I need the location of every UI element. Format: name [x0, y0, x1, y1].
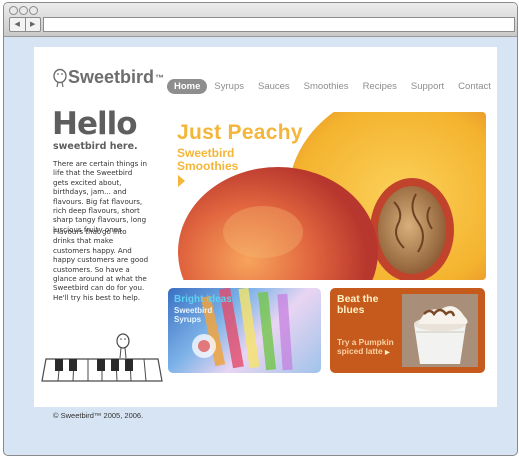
promo-1-title: Bright ideas [174, 294, 232, 305]
trademark: ™ [155, 72, 165, 83]
piano-bird-illustration [41, 333, 163, 382]
hero-banner[interactable]: Just Peachy Sweetbird Smoothies [168, 112, 486, 280]
hello-heading: Hello [52, 106, 138, 142]
nav-syrups[interactable]: Syrups [207, 79, 251, 94]
play-arrow-icon[interactable] [178, 175, 185, 187]
nav-support[interactable]: Support [404, 79, 451, 94]
hero-subtitle: Sweetbird Smoothies [177, 147, 238, 173]
promo-beat-the-blues[interactable]: Beat the blues Try a Pumpkin spiced latt… [330, 288, 485, 373]
bird-icon [53, 68, 67, 87]
close-window-button[interactable] [9, 6, 18, 15]
main-nav: Home Syrups Sauces Smoothies Recipes Sup… [167, 79, 498, 94]
forward-button[interactable]: ▶ [24, 18, 41, 31]
promo-1-subtitle: Sweetbird Syrups [174, 306, 213, 324]
hello-subheading: sweetbird here. [53, 141, 138, 152]
nav-contact[interactable]: Contact [451, 79, 498, 94]
promo-2-title: Beat the blues [337, 293, 379, 316]
latte-cup-image [402, 294, 478, 367]
promo-bright-ideas[interactable]: Bright ideas Sweetbird Syrups [168, 288, 321, 373]
nav-smoothies[interactable]: Smoothies [297, 79, 356, 94]
promo-2-subtitle: Try a Pumpkin spiced latte ▶ [337, 338, 409, 358]
hero-title: Just Peachy [177, 121, 303, 144]
nav-sauces[interactable]: Sauces [251, 79, 297, 94]
hero-subtitle-line2: Smoothies [177, 159, 239, 173]
minimize-window-button[interactable] [19, 6, 28, 15]
latte-photo [402, 294, 478, 367]
brand-name: Sweetbird [68, 67, 155, 87]
back-forward-buttons: ◀ ▶ [9, 17, 41, 32]
web-page: Sweetbird ™ Home Syrups Sauces Smoothies … [34, 47, 497, 407]
copyright-text: © Sweetbird™ 2005, 2006. [53, 411, 144, 420]
browser-titlebar: ◀ ▶ [4, 3, 517, 37]
address-bar[interactable] [43, 17, 515, 32]
intro-paragraph-1: There are certain things in life that th… [53, 159, 147, 234]
back-button[interactable]: ◀ [10, 18, 25, 31]
intro-paragraph-2: Flavours that go into drinks that make c… [53, 227, 149, 302]
arrow-right-icon: ▶ [384, 350, 390, 356]
nav-home[interactable]: Home [167, 79, 208, 94]
zoom-window-button[interactable] [29, 6, 38, 15]
nav-recipes[interactable]: Recipes [356, 79, 404, 94]
sweetbird-logo[interactable]: Sweetbird ™ [52, 67, 164, 88]
browser-window: ◀ ▶ Sweetbird ™ Home Syrups Sauces Smooth… [3, 2, 518, 456]
